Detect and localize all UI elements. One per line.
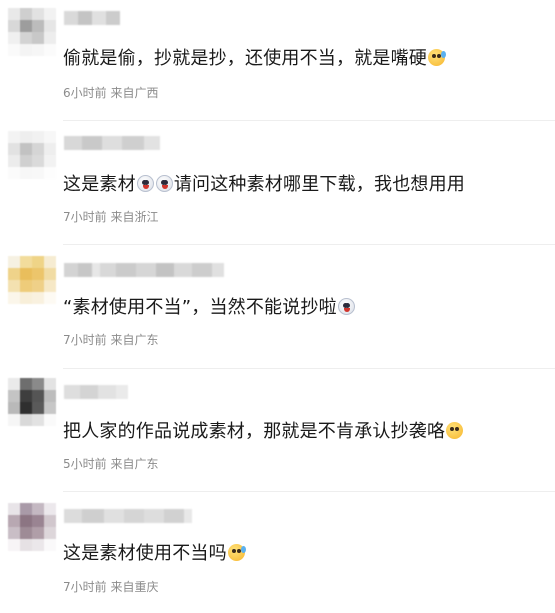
username-redacted[interactable] (64, 263, 224, 277)
comment-text-prefix: 这是素材 (63, 174, 136, 195)
comment-meta: 7小时前 来自重庆 (63, 580, 159, 594)
comment-meta: 5小时前 来自广东 (63, 457, 159, 471)
username-redacted[interactable] (64, 509, 192, 523)
comment-text: 把人家的作品说成素材，那就是不肯承认抄袭咯 (63, 420, 464, 444)
comment-text-content: “素材使用不当”，当然不能说抄啦 (63, 297, 337, 318)
avatar[interactable] (8, 8, 56, 56)
avatar[interactable] (8, 256, 56, 304)
username-redacted[interactable] (64, 11, 120, 25)
comment-meta: 6小时前 来自广西 (63, 86, 159, 100)
comment-text-content: 把人家的作品说成素材，那就是不肯承认抄袭咯 (63, 421, 446, 442)
comment-text: 这是素材 请问这种素材哪里下载，我也想用用 (63, 173, 465, 197)
shocked-emoji (155, 175, 173, 192)
username-redacted[interactable] (64, 136, 160, 150)
comment-text-content: 这是素材使用不当吗 (63, 543, 227, 564)
username-redacted[interactable] (64, 385, 128, 399)
comment-text: 这是素材使用不当吗 (63, 542, 246, 566)
smirk-emoji (446, 422, 464, 439)
comment-text-content: 偷就是偷，抄就是抄，还使用不当，就是嘴硬 (63, 48, 427, 69)
shocked-emoji (136, 175, 154, 192)
comment-text: 偷就是偷，抄就是抄，还使用不当，就是嘴硬 (63, 47, 446, 71)
comment-meta: 7小时前 来自广东 (63, 333, 159, 347)
divider (63, 368, 555, 369)
divider (63, 120, 555, 121)
avatar[interactable] (8, 131, 56, 179)
sweat-smile-emoji (428, 49, 446, 66)
avatar[interactable] (8, 378, 56, 426)
comment-text-content: 请问这种素材哪里下载，我也想用用 (173, 174, 466, 195)
divider (63, 491, 555, 492)
laugh-cry-emoji (227, 544, 246, 561)
divider (63, 244, 555, 245)
shocked-emoji (337, 298, 355, 315)
avatar[interactable] (8, 503, 56, 551)
comment-meta: 7小时前 来自浙江 (63, 210, 159, 224)
comment-text: “素材使用不当”，当然不能说抄啦 (63, 296, 356, 320)
